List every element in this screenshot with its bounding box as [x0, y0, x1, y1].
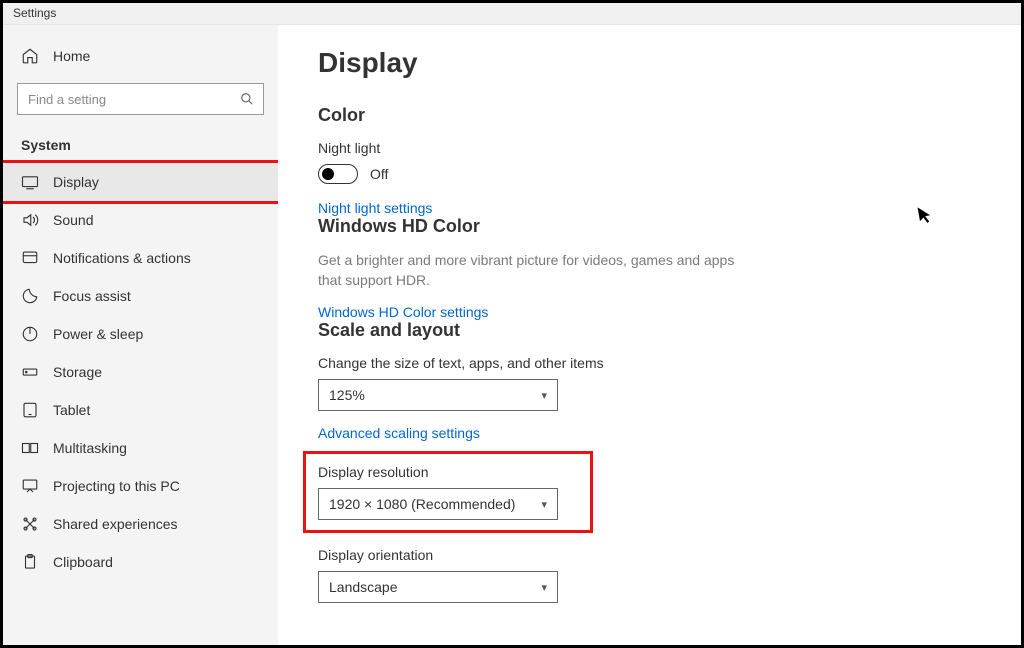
focus-assist-icon — [21, 287, 39, 305]
chevron-down-icon: ▾ — [541, 389, 547, 402]
section-heading: Windows HD Color — [318, 216, 981, 237]
scale-size-dropdown[interactable]: 125% ▾ — [318, 379, 558, 411]
resolution-label: Display resolution — [318, 464, 578, 480]
scale-size-value: 125% — [329, 387, 365, 403]
hd-color-settings-link[interactable]: Windows HD Color settings — [318, 304, 488, 320]
search-icon — [240, 92, 254, 106]
clipboard-icon — [21, 553, 39, 571]
window-body: Home System Display Sound — [3, 25, 1021, 645]
sidebar-item-projecting[interactable]: Projecting to this PC — [3, 467, 278, 505]
sidebar-group: System — [3, 131, 278, 163]
power-icon — [21, 325, 39, 343]
section-heading: Scale and layout — [318, 320, 981, 341]
sidebar-item-multitasking[interactable]: Multitasking — [3, 429, 278, 467]
orientation-dropdown[interactable]: Landscape ▾ — [318, 571, 558, 603]
chevron-down-icon: ▾ — [541, 581, 547, 594]
storage-icon — [21, 363, 39, 381]
sidebar-item-shared-experiences[interactable]: Shared experiences — [3, 505, 278, 543]
sidebar-item-clipboard[interactable]: Clipboard — [3, 543, 278, 581]
sidebar-item-label: Display — [53, 174, 99, 190]
night-light-state: Off — [370, 166, 388, 182]
sidebar-item-label: Projecting to this PC — [53, 478, 180, 494]
orientation-label: Display orientation — [318, 547, 981, 563]
sidebar-item-power-sleep[interactable]: Power & sleep — [3, 315, 278, 353]
home-label: Home — [53, 48, 90, 64]
section-hd-color: Windows HD Color Get a brighter and more… — [318, 216, 981, 320]
shared-experiences-icon — [21, 515, 39, 533]
page-title: Display — [318, 47, 981, 79]
sidebar-item-focus-assist[interactable]: Focus assist — [3, 277, 278, 315]
scale-size-label: Change the size of text, apps, and other… — [318, 355, 981, 371]
night-light-label: Night light — [318, 140, 981, 156]
sidebar-item-storage[interactable]: Storage — [3, 353, 278, 391]
section-scale-layout: Scale and layout Change the size of text… — [318, 320, 981, 603]
content: Display Color Night light Off Night ligh… — [278, 25, 1021, 645]
search-wrap — [17, 83, 264, 115]
sidebar-item-sound[interactable]: Sound — [3, 201, 278, 239]
orientation-value: Landscape — [329, 579, 398, 595]
sidebar-item-label: Notifications & actions — [53, 250, 191, 266]
night-light-settings-link[interactable]: Night light settings — [318, 200, 432, 216]
sidebar-item-label: Clipboard — [53, 554, 113, 570]
notifications-icon — [21, 249, 39, 267]
home-button[interactable]: Home — [3, 39, 278, 73]
resolution-dropdown[interactable]: 1920 × 1080 (Recommended) ▾ — [318, 488, 558, 520]
sound-icon — [21, 211, 39, 229]
display-icon — [21, 173, 39, 191]
tablet-icon — [21, 401, 39, 419]
section-heading: Color — [318, 105, 981, 126]
night-light-toggle[interactable] — [318, 164, 358, 184]
search-input[interactable] — [17, 83, 264, 115]
sidebar-item-label: Tablet — [53, 402, 90, 418]
projecting-icon — [21, 477, 39, 495]
advanced-scaling-link[interactable]: Advanced scaling settings — [318, 425, 480, 441]
sidebar-item-tablet[interactable]: Tablet — [3, 391, 278, 429]
resolution-value: 1920 × 1080 (Recommended) — [329, 496, 515, 512]
sidebar-item-label: Focus assist — [53, 288, 131, 304]
home-icon — [21, 47, 39, 65]
sidebar-item-notifications[interactable]: Notifications & actions — [3, 239, 278, 277]
sidebar: Home System Display Sound — [3, 25, 278, 645]
window-title: Settings — [3, 3, 1021, 25]
settings-window: Settings Home System Display — [0, 0, 1024, 648]
section-color: Color Night light Off Night light settin… — [318, 105, 981, 216]
sidebar-item-label: Power & sleep — [53, 326, 143, 342]
sidebar-item-label: Sound — [53, 212, 93, 228]
sidebar-item-label: Shared experiences — [53, 516, 178, 532]
resolution-highlight: Display resolution 1920 × 1080 (Recommen… — [303, 451, 593, 533]
multitasking-icon — [21, 439, 39, 457]
hd-color-desc: Get a brighter and more vibrant picture … — [318, 251, 738, 290]
sidebar-item-label: Storage — [53, 364, 102, 380]
sidebar-item-label: Multitasking — [53, 440, 127, 456]
sidebar-item-display[interactable]: Display — [3, 160, 278, 204]
chevron-down-icon: ▾ — [541, 498, 547, 511]
